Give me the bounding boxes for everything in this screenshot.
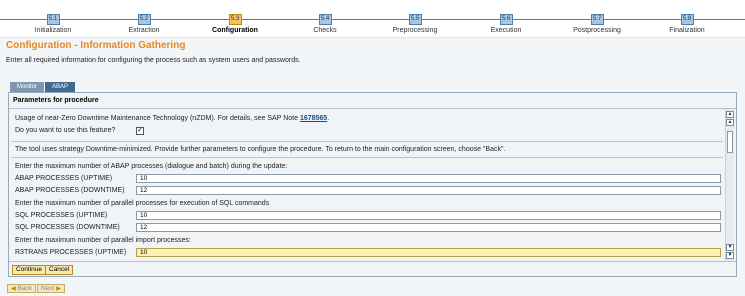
scroll-bottom-icon[interactable]: ▼ [726, 252, 734, 259]
tab-monitor[interactable]: Monitor [10, 82, 45, 92]
abap-uptime-label: ABAP PROCESSES (UPTIME) [15, 175, 113, 182]
parameters-panel: Parameters for procedure Usage of near-Z… [8, 92, 737, 277]
roadmap-step-finalization[interactable]: 5.8 Finalization [647, 14, 727, 34]
tab-abap[interactable]: ABAP [45, 82, 76, 92]
abap-header: Enter the maximum number of ABAP process… [15, 163, 288, 170]
vertical-scrollbar[interactable]: ▲ ▲ ▼ ▼ [725, 109, 734, 261]
sql-downtime-field[interactable]: 12 [136, 223, 721, 232]
roadmap-step-initialization[interactable]: 5.1 Initialization [13, 14, 93, 34]
roadmap-step-extraction[interactable]: 5.2 Extraction [104, 14, 184, 34]
scrollbar-thumb[interactable] [727, 131, 733, 153]
sql-downtime-label: SQL PROCESSES (DOWNTIME) [15, 224, 120, 231]
cancel-button[interactable]: Cancel [45, 265, 74, 275]
scroll-top-icon[interactable]: ▲ [726, 111, 734, 118]
tab-strip: Monitor ABAP [10, 82, 76, 92]
roadmap-step-configuration[interactable]: 5.3 Configuration [195, 14, 275, 34]
r3trans-uptime-field[interactable]: 10 [136, 248, 721, 257]
scroll-down-icon[interactable]: ▼ [726, 244, 734, 251]
back-button[interactable]: ◀ Back [7, 284, 36, 293]
feature-question-label: Do you want to use this feature? [15, 127, 116, 134]
back-label: Back [17, 285, 32, 292]
sql-uptime-field[interactable]: 10 [136, 211, 721, 220]
arrow-left-icon: ◀ [11, 286, 16, 292]
parameters-scroll-area: Usage of near-Zero Downtime Maintenance … [9, 109, 738, 259]
continue-button[interactable]: Continue [12, 265, 47, 275]
roadmap-step-number: 5.2 [137, 14, 151, 25]
sql-header: Enter the maximum number of parallel pro… [15, 200, 270, 207]
roadmap-step-label: Postprocessing [573, 27, 621, 34]
import-header: Enter the maximum number of parallel imp… [15, 237, 191, 244]
roadmap-step-number: 5.4 [318, 14, 332, 25]
abap-uptime-field[interactable]: 10 [136, 174, 721, 183]
roadmap-step-postprocessing[interactable]: 5.7 Postprocessing [557, 14, 637, 34]
roadmap-step-label: Execution [490, 27, 522, 34]
roadmap-step-label: Configuration [212, 27, 258, 34]
roadmap: 5.1 Initialization 5.2 Extraction 5.3 Co… [0, 0, 745, 38]
page-title: Configuration - Information Gathering [6, 40, 186, 51]
roadmap-step-number: 5.6 [499, 14, 513, 25]
roadmap-step-label: Extraction [128, 27, 160, 34]
panel-title: Parameters for procedure [13, 97, 99, 104]
arrow-right-icon: ▶ [56, 286, 61, 292]
roadmap-step-number: 5.3 [228, 14, 242, 25]
r3trans-uptime-label: R3TRANS PROCESSES (UPTIME) [15, 249, 127, 256]
use-feature-checkbox[interactable]: ✓ [136, 127, 144, 135]
divider [9, 261, 736, 262]
abap-downtime-label: ABAP PROCESSES (DOWNTIME) [15, 187, 125, 194]
strategy-text: The tool uses strategy Downtime-minimize… [15, 146, 506, 153]
roadmap-step-execution[interactable]: 5.6 Execution [466, 14, 546, 34]
roadmap-step-number: 5.7 [590, 14, 604, 25]
next-button[interactable]: Next ▶ [37, 284, 65, 293]
roadmap-step-number: 5.5 [408, 14, 422, 25]
roadmap-step-label: Initialization [34, 27, 72, 34]
roadmap-step-number: 5.1 [46, 14, 60, 25]
sap-note-link[interactable]: 1678565 [300, 115, 327, 122]
sql-uptime-label: SQL PROCESSES (UPTIME) [15, 212, 108, 219]
nzdm-intro-text: Usage of near-Zero Downtime Maintenance … [15, 115, 298, 122]
scroll-up-icon[interactable]: ▲ [726, 119, 734, 126]
divider [11, 141, 723, 142]
nzdm-intro-suffix: . [327, 115, 330, 122]
roadmap-step-label: Checks [313, 27, 337, 34]
roadmap-step-label: Finalization [669, 27, 705, 34]
abap-downtime-field[interactable]: 12 [136, 186, 721, 195]
divider [11, 157, 723, 158]
roadmap-step-preprocessing[interactable]: 5.5 Preprocessing [375, 14, 455, 34]
nzdm-intro: Usage of near-Zero Downtime Maintenance … [15, 115, 329, 122]
roadmap-step-checks[interactable]: 5.4 Checks [285, 14, 365, 34]
page-description: Enter all required information for confi… [6, 57, 301, 64]
roadmap-step-label: Preprocessing [392, 27, 438, 34]
next-label: Next [41, 285, 55, 292]
roadmap-step-number: 5.8 [680, 14, 694, 25]
